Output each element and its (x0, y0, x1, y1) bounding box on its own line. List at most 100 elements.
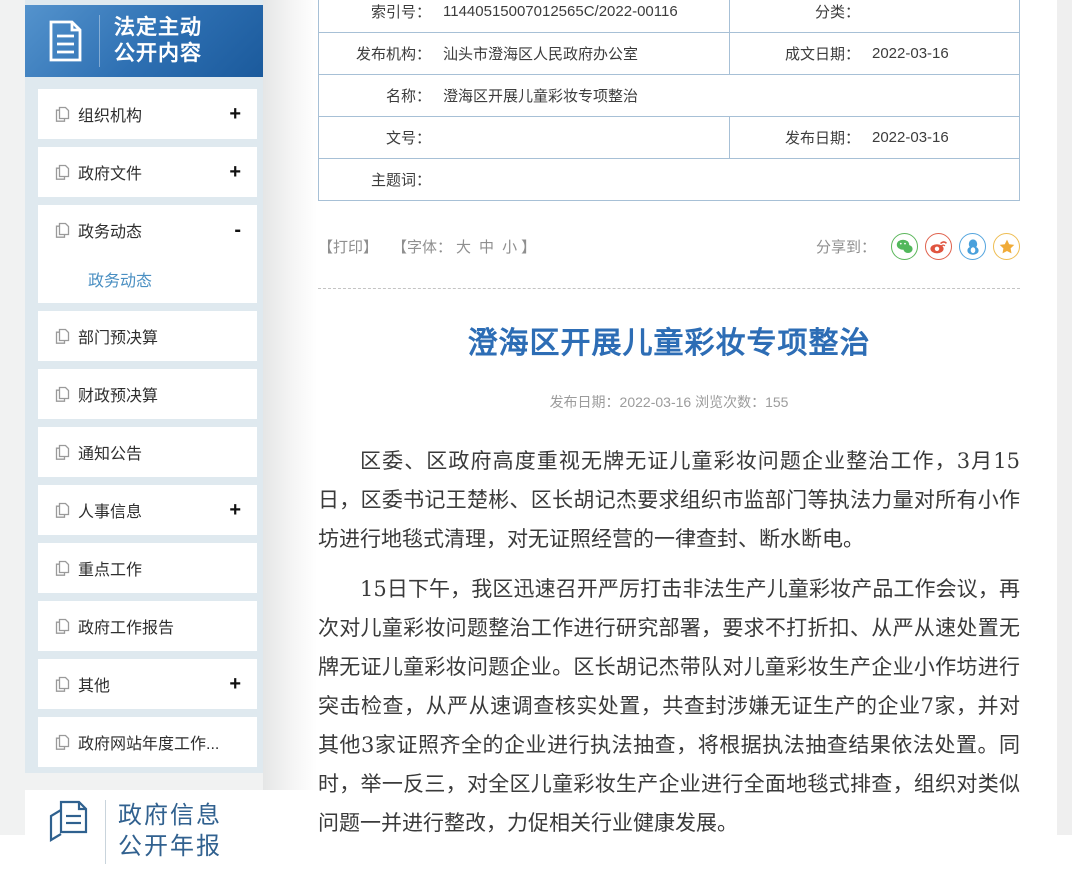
meta-cell-doc-number: 文号： (319, 117, 729, 158)
share-bar: 分享到： (816, 233, 1020, 260)
expand-toggle[interactable]: + (229, 104, 241, 124)
sidebar-item-wangzhannianbao[interactable]: 政府网站年度工作... (38, 717, 257, 767)
sidebar-item-label: 人事信息 (78, 504, 143, 521)
sidebar-subitem-label: 政务动态 (88, 273, 153, 290)
share-wechat-button[interactable] (891, 233, 918, 260)
meta-label: 索引号： (370, 4, 431, 21)
sidebar-item-row[interactable]: 政务动态 - (38, 205, 257, 255)
annual-divider (105, 800, 106, 864)
main-content: 索引号： 11440515007012565C/2022-00116 分类： 发… (318, 0, 1020, 854)
page-right-margin (1057, 0, 1072, 835)
sidebar-item-label: 财政预决算 (78, 388, 159, 405)
share-label: 分享到： (815, 239, 876, 256)
meta-value: 2022-03-16 (872, 129, 949, 146)
table-row: 主题词： (319, 159, 1019, 201)
page-copy-icon (55, 560, 70, 577)
sidebar-item-zhongdiangongzuo[interactable]: 重点工作 (38, 543, 257, 593)
sidebar-item-qita[interactable]: 其他 + (38, 659, 257, 709)
font-size-large-button[interactable]: 大 (456, 236, 471, 257)
article-body: 区委、区政府高度重视无牌无证儿童彩妆问题企业整治工作，3月15日，区委书记王楚彬… (318, 442, 1020, 843)
sidebar-item-label: 部门预决算 (78, 330, 159, 347)
article-paragraph: 区委、区政府高度重视无牌无证儿童彩妆问题企业整治工作，3月15日，区委书记王楚彬… (318, 449, 1020, 551)
meta-label: 发布机构： (355, 46, 431, 63)
sidebar-item-label: 政府网站年度工作... (78, 736, 220, 753)
header-divider (99, 15, 100, 67)
font-size-small-button[interactable]: 小 (502, 236, 517, 257)
meta-value: 11440515007012565C/2022-00116 (443, 3, 678, 20)
meta-label: 主题词： (370, 172, 431, 189)
page-copy-icon (55, 106, 70, 123)
meta-label: 发布日期： (784, 130, 860, 147)
sidebar-shadow (263, 0, 317, 790)
sidebar-item-label: 政务动态 (78, 224, 143, 241)
meta-label: 成文日期： (784, 46, 860, 63)
sidebar-header-title: 法定主动 公开内容 (114, 15, 202, 67)
share-weibo-button[interactable] (925, 233, 952, 260)
annual-report-block[interactable]: 政府信息 公开年报 (25, 790, 263, 880)
wechat-icon (896, 239, 913, 254)
qzone-star-icon (999, 239, 1015, 254)
collapse-toggle[interactable]: - (234, 220, 241, 240)
sidebar: 法定主动 公开内容 组织机构 + 政府文件 + 政务动态 - 政务动态 部门预决… (25, 0, 263, 773)
sidebar-item-gongzuobaogao[interactable]: 政府工作报告 (38, 601, 257, 651)
article-toolbar: 【打印】 【字体： 大 中 小 】 分享到： (318, 233, 1020, 260)
table-row: 名称： 澄海区开展儿童彩妆专项整治 (319, 75, 1019, 117)
sidebar-item-zhengwudongtai[interactable]: 政务动态 - 政务动态 (38, 205, 257, 303)
expand-toggle[interactable]: + (229, 674, 241, 694)
font-size-control: 【字体： 大 中 小 】 (392, 236, 536, 257)
qq-icon (966, 238, 980, 255)
meta-value: 澄海区开展儿童彩妆专项整治 (443, 88, 639, 105)
page-copy-icon (55, 676, 70, 693)
article-meta: 发布日期：2022-03-16 浏览次数：155 (549, 394, 789, 410)
meta-label: 分类： (814, 4, 860, 21)
document-meta-table: 索引号： 11440515007012565C/2022-00116 分类： 发… (318, 0, 1020, 201)
meta-label: 文号： (385, 130, 431, 147)
sidebar-item-renshixinxi[interactable]: 人事信息 + (38, 485, 257, 535)
dashed-divider (318, 288, 1020, 289)
article-paragraph: 15日下午，我区迅速召开严厉打击非法生产儿童彩妆产品工作会议，再次对儿童彩妆问题… (318, 577, 1020, 835)
sidebar-header-line1: 法定主动 (114, 16, 202, 39)
sidebar-nav: 组织机构 + 政府文件 + 政务动态 - 政务动态 部门预决算 财政预决算 通知… (25, 77, 263, 767)
sidebar-item-label: 政府文件 (78, 166, 143, 183)
page-copy-icon (55, 164, 70, 181)
page-copy-icon (55, 618, 70, 635)
table-row: 索引号： 11440515007012565C/2022-00116 分类： (319, 0, 1019, 33)
share-qzone-button[interactable] (993, 233, 1020, 260)
expand-toggle[interactable]: + (229, 162, 241, 182)
page-copy-icon (55, 502, 70, 519)
sidebar-item-zuzhijigou[interactable]: 组织机构 + (38, 89, 257, 139)
report-folder-icon (45, 798, 93, 844)
sidebar-item-tongzhigonggao[interactable]: 通知公告 (38, 427, 257, 477)
sidebar-header: 法定主动 公开内容 (25, 5, 263, 77)
document-icon (46, 19, 84, 63)
meta-label: 名称： (385, 88, 431, 105)
meta-value: 汕头市澄海区人民政府办公室 (443, 46, 639, 63)
sidebar-item-zhengfuwenjian[interactable]: 政府文件 + (38, 147, 257, 197)
sidebar-item-bumenyujuesuan[interactable]: 部门预决算 (38, 311, 257, 361)
share-qq-button[interactable] (959, 233, 986, 260)
expand-toggle[interactable]: + (229, 500, 241, 520)
annual-report-line1: 政府信息 (118, 802, 222, 829)
page-copy-icon (55, 222, 70, 239)
font-size-medium-button[interactable]: 中 (479, 236, 494, 257)
sidebar-item-caizhengyujuesuan[interactable]: 财政预决算 (38, 369, 257, 419)
font-label-suffix: 】 (521, 239, 537, 256)
meta-cell-index: 索引号： 11440515007012565C/2022-00116 (319, 0, 729, 32)
article-title: 澄海区开展儿童彩妆专项整治 (467, 327, 871, 360)
meta-cell-issuer: 发布机构： 汕头市澄海区人民政府办公室 (319, 33, 729, 74)
page-copy-icon (55, 328, 70, 345)
sidebar-item-label: 组织机构 (78, 108, 143, 125)
annual-report-line2: 公开年报 (118, 833, 222, 860)
sidebar-subitem-zhengwudongtai[interactable]: 政务动态 (38, 255, 257, 303)
table-row: 文号： 发布日期： 2022-03-16 (319, 117, 1019, 159)
page-copy-icon (55, 386, 70, 403)
print-button[interactable]: 【打印】 (318, 236, 378, 257)
meta-cell-keywords: 主题词： (319, 159, 1019, 200)
weibo-icon (930, 239, 947, 254)
meta-cell-category: 分类： (729, 0, 1019, 32)
meta-value: 2022-03-16 (872, 45, 949, 62)
sidebar-item-label: 重点工作 (78, 562, 143, 579)
page-copy-icon (55, 444, 70, 461)
annual-report-title: 政府信息 公开年报 (118, 798, 222, 862)
font-label-prefix: 【字体： (392, 239, 453, 256)
